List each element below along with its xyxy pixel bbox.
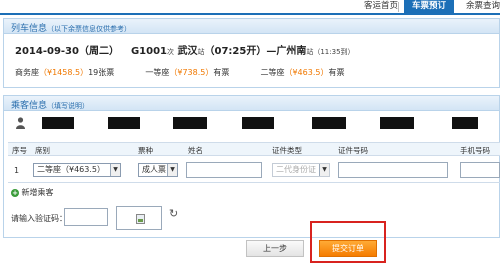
redacted-contact[interactable] bbox=[452, 117, 478, 129]
nav-underline bbox=[0, 13, 500, 15]
nav-ticket-tab[interactable]: 车票预订 bbox=[404, 0, 454, 13]
seat-first-name: 一等座 bbox=[145, 68, 170, 77]
col-ticket-type: 票种 bbox=[138, 146, 153, 155]
add-passenger-link[interactable]: + 新增乘客 bbox=[11, 187, 54, 198]
train-info-note: （以下余票信息仅供参考） bbox=[47, 25, 132, 33]
top-nav: 客运首页 车票预订 余票查询 bbox=[0, 0, 500, 15]
nav-separator bbox=[398, 2, 399, 12]
id-number-input[interactable] bbox=[338, 162, 448, 178]
seat-business-name: 商务座 bbox=[15, 68, 39, 77]
captcha-label: 请输入验证码： bbox=[11, 214, 67, 223]
passenger-table-header: 序号 席别 票种 姓名 证件类型 证件号码 手机号码 bbox=[8, 142, 500, 156]
ticket-type-select[interactable]: 成人票 ▼ bbox=[138, 163, 178, 177]
seat-first-price: （¥738.5） bbox=[169, 68, 214, 77]
train-info-header: 列车信息（以下余票信息仅供参考） bbox=[3, 18, 500, 34]
col-phone: 手机号码 bbox=[460, 146, 490, 155]
broken-image-icon bbox=[136, 214, 145, 224]
id-type-select[interactable]: 二代身份证 ▼ bbox=[272, 163, 330, 177]
from-station: 武汉 bbox=[177, 46, 198, 57]
seat-first-stock: 有票 bbox=[213, 68, 230, 77]
redacted-contact[interactable] bbox=[108, 117, 140, 129]
chevron-down-icon: ▼ bbox=[167, 164, 177, 176]
depart-time: （07:25开） bbox=[204, 46, 267, 57]
passenger-row: 1 二等座（¥463.5） ▼ 成人票 ▼ 二代身份证 ▼ bbox=[8, 157, 500, 183]
to-station: 广州南 bbox=[276, 46, 307, 57]
train-info-panel: 2014-09-30（周二） G1001次 武汉站（07:25开）—广州南站（11… bbox=[3, 34, 500, 88]
captcha-input[interactable] bbox=[64, 208, 108, 226]
nav-home-link[interactable]: 客运首页 bbox=[364, 0, 398, 13]
col-name: 姓名 bbox=[188, 146, 203, 155]
row-index: 1 bbox=[14, 166, 20, 175]
travel-weekday: （周二） bbox=[78, 46, 119, 57]
seat-business-price: （¥1458.5） bbox=[39, 68, 89, 77]
passenger-info-title: 乘客信息（填写说明） bbox=[11, 101, 90, 111]
chevron-down-icon: ▼ bbox=[110, 164, 120, 176]
seat-availability: 商务座（¥1458.5）19张票 一等座（¥738.5）有票 二等座（¥463.… bbox=[15, 67, 344, 78]
refresh-icon[interactable]: ↻ bbox=[169, 207, 178, 220]
phone-input[interactable] bbox=[460, 162, 500, 178]
train-number: G1001 bbox=[130, 46, 168, 57]
seat-business-stock: 19张票 bbox=[88, 68, 115, 77]
nav-remain-link[interactable]: 余票查询 bbox=[466, 0, 500, 13]
person-icon bbox=[16, 117, 25, 129]
seat-select[interactable]: 二等座（¥463.5） ▼ bbox=[33, 163, 121, 177]
seat-second-stock: 有票 bbox=[328, 68, 345, 77]
train-summary: 2014-09-30（周二） G1001次 武汉站（07:25开）—广州南站（11… bbox=[15, 46, 355, 57]
col-id-no: 证件号码 bbox=[338, 146, 368, 155]
redacted-contact[interactable] bbox=[380, 117, 414, 129]
chevron-down-icon: ▼ bbox=[319, 164, 329, 176]
redacted-contact[interactable] bbox=[42, 117, 74, 129]
col-id-type: 证件类型 bbox=[272, 146, 302, 155]
seat-second-name: 二等座 bbox=[260, 68, 285, 77]
captcha-image[interactable] bbox=[116, 206, 162, 230]
name-input[interactable] bbox=[186, 162, 262, 178]
passenger-info-note[interactable]: （填写说明） bbox=[47, 102, 89, 110]
travel-date: 2014-09-30 bbox=[15, 46, 79, 57]
col-seat: 席别 bbox=[35, 146, 50, 155]
col-index: 序号 bbox=[12, 146, 27, 155]
prev-step-button[interactable]: 上一步 bbox=[246, 240, 304, 257]
redacted-contact[interactable] bbox=[173, 117, 207, 129]
seat-second-price: （¥463.5） bbox=[284, 68, 329, 77]
passenger-info-header: 乘客信息（填写说明） bbox=[3, 95, 500, 111]
plus-icon: + bbox=[11, 188, 19, 197]
redacted-contact[interactable] bbox=[242, 117, 274, 129]
train-info-title: 列车信息（以下余票信息仅供参考） bbox=[11, 24, 132, 34]
redacted-contact[interactable] bbox=[312, 117, 346, 129]
arrive-time: （11:35到） bbox=[313, 48, 355, 56]
submit-order-button[interactable]: 提交订单 bbox=[319, 240, 377, 257]
